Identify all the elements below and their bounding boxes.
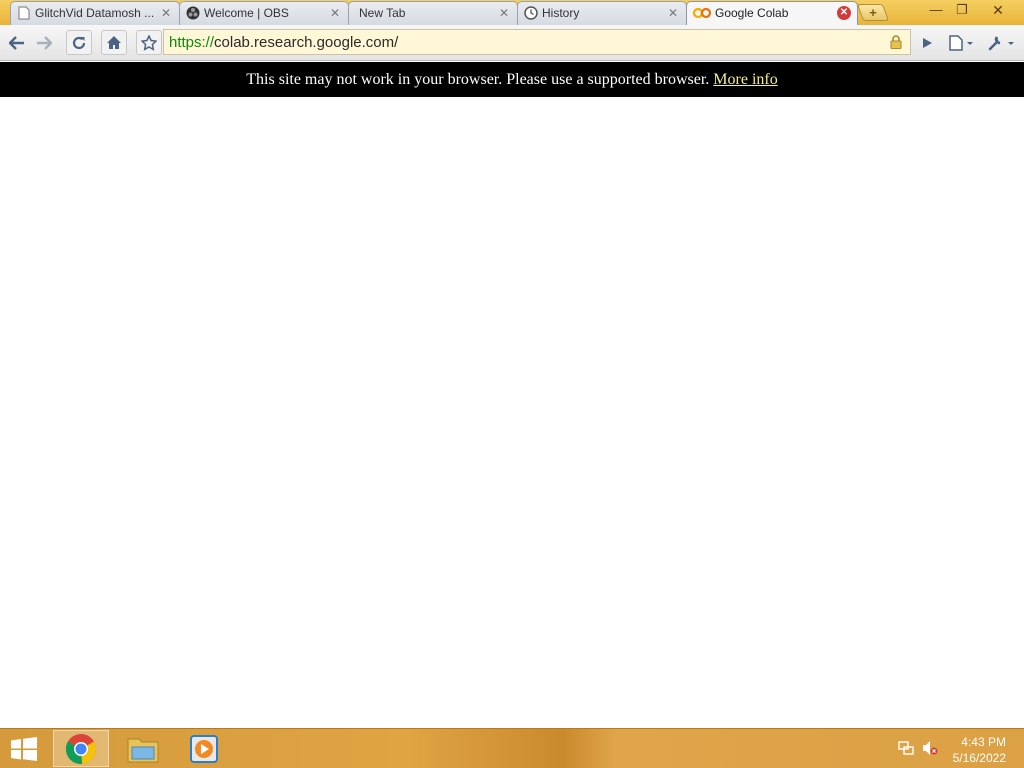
close-icon[interactable]: ✕ [497,6,511,20]
play-button[interactable] [914,30,940,55]
close-icon: ✕ [992,2,1004,18]
tab-label: Welcome | OBS [204,6,289,20]
tab-glitchvid[interactable]: GlitchVid Datamosh ... ✕ [10,1,180,25]
restore-button[interactable]: ❐ [948,0,976,20]
close-window-button[interactable]: ✕ [976,0,1020,20]
close-icon[interactable]: ✕ [328,6,342,20]
taskbar: 4:43 PM 5/16/2022 [0,728,1024,768]
forward-button[interactable] [31,30,57,55]
page-icon [17,6,31,20]
more-info-link[interactable]: More info [713,71,777,88]
windows-start-icon[interactable] [10,737,38,761]
forward-arrow-icon [37,35,52,50]
minimize-icon: — [929,2,943,17]
url-host: colab.research.google.com/ [214,34,399,51]
bookmark-star-button[interactable] [136,30,162,55]
plus-icon: + [869,5,877,20]
page-menu-button[interactable] [946,30,976,55]
history-icon [524,6,538,20]
folder-icon [127,738,159,762]
play-icon [923,37,932,48]
new-tab-button[interactable]: + [856,4,890,21]
page-content [0,97,1024,728]
wrench-menu-button[interactable] [984,30,1018,55]
star-icon [141,34,157,51]
home-button[interactable] [101,30,127,55]
media-player-icon [190,734,218,763]
unsupported-browser-banner: This site may not work in your browser. … [0,62,1024,97]
clock-time: 4:43 PM [961,735,1006,749]
tab-google-colab[interactable]: Google Colab ✕ [686,1,858,25]
home-icon [107,36,121,49]
taskbar-media-player-button[interactable] [176,730,232,767]
reload-button[interactable] [66,30,92,55]
lock-icon[interactable] [890,35,902,49]
reload-icon [72,36,86,49]
speaker-muted-icon[interactable] [922,740,938,756]
close-icon[interactable]: ✕ [837,6,851,20]
back-button[interactable] [4,30,30,55]
clock-date: 5/16/2022 [952,751,1006,765]
browser-toolbar: https://colab.research.google.com/ [0,25,1024,61]
tab-strip: GlitchVid Datamosh ... ✕ Welcome | OBS ✕… [0,0,1024,25]
network-icon[interactable] [898,740,914,756]
tab-label: Google Colab [715,6,789,20]
page-menu-icon [949,34,973,51]
tab-history[interactable]: History ✕ [517,1,687,25]
obs-icon [186,6,200,20]
system-clock[interactable]: 4:43 PM 5/16/2022 [953,734,1006,766]
colab-icon [693,6,711,20]
taskbar-chrome-button[interactable] [53,730,109,767]
close-icon[interactable]: ✕ [159,6,173,20]
tab-label: History [542,6,580,20]
url-scheme: https:// [169,34,215,51]
tab-label: New Tab [359,6,406,20]
tab-new-tab[interactable]: New Tab ✕ [348,1,518,25]
minimize-button[interactable]: — [922,0,950,20]
tab-obs[interactable]: Welcome | OBS ✕ [179,1,349,25]
url-text[interactable]: https://colab.research.google.com/ [169,34,398,51]
close-icon[interactable]: ✕ [666,6,680,20]
back-arrow-icon [9,35,24,50]
restore-icon: ❐ [956,2,968,17]
tab-label: GlitchVid Datamosh ... [35,6,155,20]
banner-message: This site may not work in your browser. … [246,71,710,88]
omnibox[interactable]: https://colab.research.google.com/ [163,29,911,55]
wrench-icon [988,35,1014,50]
taskbar-file-explorer-button[interactable] [115,730,171,767]
chrome-icon [65,733,97,764]
